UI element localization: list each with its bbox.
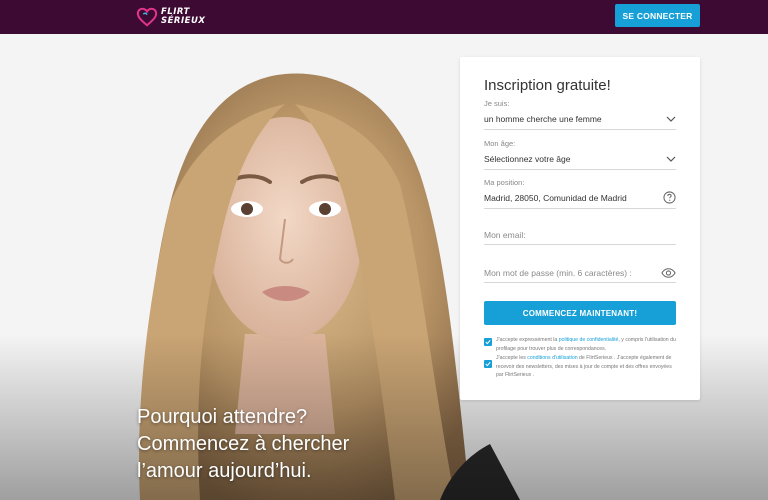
age-select[interactable]: Sélectionnez votre âge [484, 148, 676, 170]
seeking-value: un homme cherche une femme [484, 113, 602, 124]
tagline-line-1: Pourquoi attendre? [137, 406, 308, 428]
top-navigation-bar: Flirt Sérieux SE CONNECTER [0, 0, 768, 34]
email-input[interactable]: Mon email: [484, 225, 676, 245]
password-input[interactable]: Mon mot de passe (min. 6 caractères) : [484, 263, 676, 283]
login-button[interactable]: SE CONNECTER [615, 4, 700, 27]
chevron-down-icon[interactable] [666, 154, 676, 164]
privacy-consent-text: J'accepte expressément la politique de c… [496, 336, 676, 353]
terms-text-before: J'accepte les [496, 355, 528, 361]
age-label: Mon âge: [484, 139, 516, 148]
terms-of-use-link[interactable]: conditions d'utilisation [527, 355, 577, 361]
privacy-text-before: J'accepte expressément la [496, 337, 559, 343]
tagline-line-2: Commencez à chercher [137, 433, 350, 455]
position-value: Madrid, 28050, Comunidad de Madrid [484, 192, 627, 203]
email-field[interactable]: Mon email: [484, 225, 676, 245]
position-field[interactable]: Ma position: Madrid, 28050, Comunidad de… [484, 178, 676, 209]
terms-checkbox[interactable] [484, 360, 492, 368]
logo-line-2: Sérieux [161, 16, 206, 26]
start-now-button[interactable]: COMMENCEZ MAINTENANT! [484, 301, 676, 325]
terms-consent-text: J'accepte les conditions d'utilisation d… [496, 354, 676, 380]
password-field[interactable]: Mon mot de passe (min. 6 caractères) : [484, 263, 676, 283]
logo-wordmark: Flirt Sérieux [161, 8, 205, 26]
seeking-field[interactable]: Je suis: un homme cherche une femme [484, 99, 676, 130]
password-placeholder: Mon mot de passe (min. 6 caractères) : [484, 267, 632, 278]
privacy-policy-link[interactable]: politique de confidentialité [559, 337, 619, 343]
age-field[interactable]: Mon âge: Sélectionnez votre âge [484, 139, 676, 170]
heart-logo-icon [136, 7, 158, 27]
chevron-down-icon[interactable] [666, 114, 676, 124]
privacy-checkbox[interactable] [484, 338, 492, 346]
help-circle-icon[interactable] [663, 191, 676, 204]
age-value: Sélectionnez votre âge [484, 153, 571, 164]
seeking-select[interactable]: un homme cherche une femme [484, 108, 676, 130]
position-label: Ma position: [484, 178, 525, 187]
tagline-line-3: l’amour aujourd’hui. [137, 460, 312, 482]
form-title: Inscription gratuite! [484, 77, 611, 94]
terms-consent: J'accepte les conditions d'utilisation d… [484, 354, 676, 380]
hero-tagline: Pourquoi attendre? Commencez à chercher … [137, 404, 457, 485]
registration-form-card: Inscription gratuite! Je suis: un homme … [460, 57, 700, 400]
email-placeholder: Mon email: [484, 229, 526, 240]
position-input[interactable]: Madrid, 28050, Comunidad de Madrid [484, 187, 676, 209]
eye-icon[interactable] [661, 267, 676, 278]
privacy-consent: J'accepte expressément la politique de c… [484, 336, 676, 353]
site-logo[interactable]: Flirt Sérieux [136, 3, 205, 31]
seeking-label: Je suis: [484, 99, 510, 108]
